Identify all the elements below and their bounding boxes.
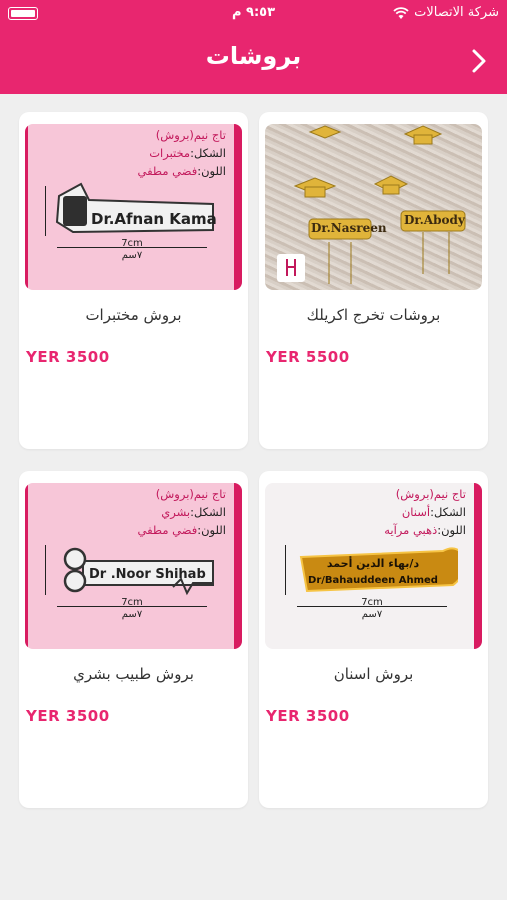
width-ar: ٧سم [121,250,143,261]
page-title: بروشات [205,42,302,70]
clock: ٩:٥٣ م [231,5,276,20]
spec-color-value: ذهبي مرآيه [384,523,438,537]
spec-shape-label: الشكل: [430,505,466,519]
product-card[interactable]: Dr.Nasreen Dr.Abody بروشات تخرج اكريلك Y… [259,112,488,449]
image-accent-stripe [474,483,482,649]
spec-color-label: اللون: [437,523,466,537]
product-name[interactable]: بروش اسنان [259,665,488,683]
width-dimension: 7cm ٧سم [297,597,447,631]
width-en: 7cm [121,597,143,608]
product-image[interactable]: Dr.Nasreen Dr.Abody [265,124,482,290]
product-card[interactable]: تاج نيم(بروش) الشكل:مختبرات اللون:فضي مط… [19,112,248,449]
carrier-name: شركة الاتصالات [414,5,499,20]
product-image[interactable]: تاج نيم(بروش) الشكل:أسنان اللون:ذهبي مرآ… [265,483,482,649]
brand-logo [277,254,305,282]
width-dimension: 7cm ٧سم [57,597,207,631]
chevron-right-icon [472,49,486,73]
badge-text: Dr/Bahauddeen Ahmed [308,575,438,586]
width-ar: ٧سم [121,609,143,620]
spec-block: تاج نيم(بروش) الشكل:مختبرات اللون:فضي مط… [138,126,227,180]
image-accent-stripe [25,483,28,649]
spec-shape-value: بشري [161,505,191,519]
product-image[interactable]: تاج نيم(بروش) الشكل:مختبرات اللون:فضي مط… [25,124,242,290]
product-name[interactable]: بروشات تخرج اكريلك [259,306,488,324]
back-button[interactable] [465,44,493,78]
width-dimension: 7cm ٧سم [57,238,207,272]
product-price: YER 5500 [266,348,350,366]
product-name[interactable]: بروش طبيب بشري [19,665,248,683]
badge-text-ar: د/بهاء الدين أحمد [327,556,420,570]
status-bar: شركة الاتصالات ٩:٥٣ م [0,0,507,28]
spec-block: تاج نيم(بروش) الشكل:أسنان اللون:ذهبي مرآ… [384,485,466,539]
spec-title: تاج نيم(بروش) [155,487,226,501]
brooch-name-2: Dr.Abody [404,213,465,227]
image-accent-stripe [234,124,242,290]
brooch-name-1: Dr.Nasreen [311,221,387,235]
product-price: YER 3500 [266,707,350,725]
spec-color-value: فضي مطفي [137,523,198,537]
height-dimension [39,545,53,595]
width-ar: ٧سم [361,609,383,620]
spec-shape-label: الشكل: [190,505,226,519]
spec-block: تاج نيم(بروش) الشكل:بشري اللون:فضي مطفي [138,485,227,539]
height-dimension [39,186,53,236]
spec-shape-value: مختبرات [149,146,191,160]
spec-color-label: اللون: [197,164,226,178]
product-name[interactable]: بروش مختبرات [19,306,248,324]
name-badge: د/بهاء الدين أحمد Dr/Bahauddeen Ahmed [299,547,458,593]
height-dimension [279,545,293,595]
image-accent-stripe [25,124,28,290]
spec-shape-label: الشكل: [190,146,226,160]
spec-title: تاج نيم(بروش) [395,487,466,501]
badge-text: Dr .Noor Shihab [89,567,206,582]
product-price: YER 3500 [26,707,110,725]
width-en: 7cm [121,238,143,249]
spec-color-value: فضي مطفي [137,164,198,178]
battery-icon [8,7,38,20]
product-price: YER 3500 [26,348,110,366]
spec-color-label: اللون: [197,523,226,537]
product-card[interactable]: تاج نيم(بروش) الشكل:أسنان اللون:ذهبي مرآ… [259,471,488,808]
name-badge: Dr.Afnan Kamal [55,182,218,234]
product-card[interactable]: تاج نيم(بروش) الشكل:بشري اللون:فضي مطفي … [19,471,248,808]
wifi-icon [393,7,409,19]
spec-title: تاج نيم(بروش) [155,128,226,142]
width-en: 7cm [361,597,383,608]
badge-text: Dr.Afnan Kamal [91,210,218,228]
name-badge: Dr .Noor Shihab [63,547,214,596]
spec-shape-value: أسنان [401,505,431,519]
image-accent-stripe [234,483,242,649]
product-image[interactable]: تاج نيم(بروش) الشكل:بشري اللون:فضي مطفي … [25,483,242,649]
top-bar: شركة الاتصالات ٩:٥٣ م بروشات [0,0,507,94]
